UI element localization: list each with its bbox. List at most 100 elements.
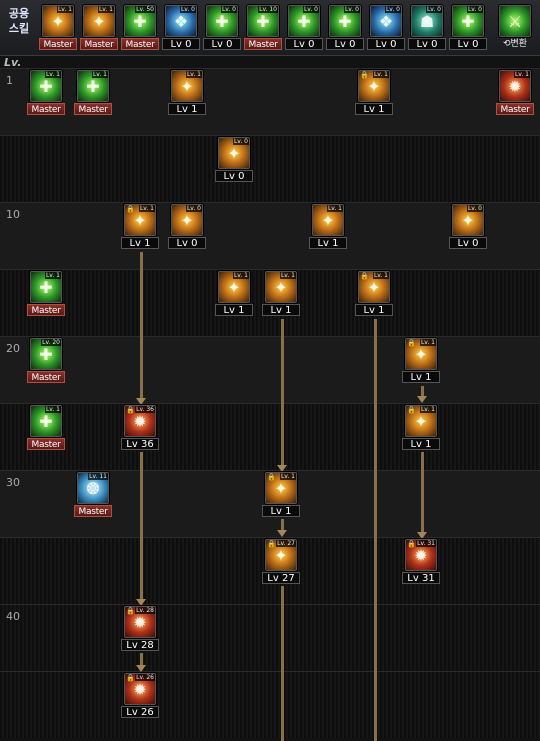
green-target-icon: ✚ Lv. 0 bbox=[206, 5, 238, 37]
skill-level-badge: Lv. 0 bbox=[466, 6, 483, 13]
arrow-down-icon bbox=[136, 665, 146, 672]
skill-slot[interactable]: ✚ Lv. 1 Master bbox=[27, 405, 65, 450]
skill-slot[interactable]: ✹ Lv. 1 Master bbox=[496, 70, 534, 115]
skill-level-badge: Lv. 28 bbox=[135, 607, 155, 614]
skill-level-label: Lv 28 bbox=[121, 639, 159, 651]
blue-spirit-icon: ❂ Lv. 11 bbox=[77, 472, 109, 504]
golden-storm-icon: ✦ Lv. 27 🔒 bbox=[265, 539, 297, 571]
skill-level-badge: Lv. 27 bbox=[276, 540, 296, 547]
skill-level-badge: Lv. 10 bbox=[258, 6, 278, 13]
prerequisite-line bbox=[281, 319, 284, 465]
skill-slot[interactable]: ✚ Lv. 50 Master bbox=[121, 5, 159, 50]
skill-slot[interactable]: ✹ Lv. 36 🔒 Lv 36 bbox=[121, 405, 159, 450]
skill-slot[interactable]: ✦ Lv. 1 🔒 Lv 1 bbox=[355, 70, 393, 115]
tier-row bbox=[0, 336, 540, 403]
skill-level-label: Master bbox=[27, 304, 65, 316]
skill-slot[interactable]: ✦ Lv. 1 Lv 1 bbox=[215, 271, 253, 316]
skill-level-label: Lv 0 bbox=[449, 237, 487, 249]
skill-level-badge: Lv. 31 bbox=[416, 540, 436, 547]
skill-slot[interactable]: ✦ Lv. 1 🔒 Lv 1 bbox=[262, 472, 300, 517]
arrow-down-icon bbox=[417, 396, 427, 403]
golden-star-icon: ✦ Lv. 1 🔒 bbox=[358, 271, 390, 303]
skill-level-badge: Lv. 1 bbox=[91, 71, 108, 78]
skill-slot[interactable]: ✚ Lv. 1 Master bbox=[27, 271, 65, 316]
skill-slot[interactable]: ✹ Lv. 28 🔒 Lv 28 bbox=[121, 606, 159, 651]
golden-twin-icon: ✦ Lv. 1 bbox=[312, 204, 344, 236]
lock-icon: 🔒 bbox=[126, 406, 135, 414]
skill-slot[interactable]: ☗ Lv. 0 Lv 0 bbox=[408, 5, 446, 50]
skill-slot[interactable]: ✦ Lv. 1 🔒 Lv 1 bbox=[121, 204, 159, 249]
skill-slot[interactable]: ✚ Lv. 1 Master bbox=[74, 70, 112, 115]
armor-figure-icon: ☗ Lv. 0 bbox=[411, 5, 443, 37]
skill-slot[interactable]: ✦ Lv. 0 Lv 0 bbox=[215, 137, 253, 182]
skill-level-badge: Lv. 1 bbox=[44, 406, 61, 413]
skill-level-label: Lv 1 bbox=[355, 304, 393, 316]
skill-level-label: Master bbox=[27, 371, 65, 383]
golden-rays-icon: ✦ Lv. 1 🔒 bbox=[265, 472, 297, 504]
skill-slot[interactable]: ✹ Lv. 31 🔒 Lv 31 bbox=[402, 539, 440, 584]
lock-icon: 🔒 bbox=[360, 272, 369, 280]
prerequisite-line bbox=[281, 586, 284, 741]
skill-slot[interactable]: ✚ Lv. 0 Lv 0 bbox=[326, 5, 364, 50]
skill-level-badge: Lv. 20 bbox=[41, 339, 61, 346]
flame-burst-icon: ✹ Lv. 1 bbox=[499, 70, 531, 102]
skill-slot[interactable]: ✦ Lv. 1 Master bbox=[39, 5, 77, 50]
skill-slot[interactable]: ✦ Lv. 1 🔒 Lv 1 bbox=[402, 405, 440, 450]
skill-slot[interactable]: ✦ Lv. 1 Lv 1 bbox=[309, 204, 347, 249]
skill-level-badge: Lv. 0 bbox=[384, 6, 401, 13]
skill-slot[interactable]: ✦ Lv. 1 Master bbox=[80, 5, 118, 50]
lock-icon: 🔒 bbox=[126, 607, 135, 615]
lock-icon: 🔒 bbox=[126, 205, 135, 213]
lock-icon: 🔒 bbox=[407, 540, 416, 548]
switch-skill-button[interactable]: ⚔ ⟲변환 bbox=[496, 5, 534, 50]
prerequisite-line bbox=[421, 452, 424, 532]
skill-slot[interactable]: ✚ Lv. 0 Lv 0 bbox=[449, 5, 487, 50]
skill-level-label: Master bbox=[121, 38, 159, 50]
skill-slot[interactable]: ✚ Lv. 20 Master bbox=[27, 338, 65, 383]
crimson-nova-icon: ✹ Lv. 31 🔒 bbox=[405, 539, 437, 571]
skill-slot[interactable]: ✚ Lv. 10 Master bbox=[244, 5, 282, 50]
skill-level-badge: Lv. 26 bbox=[135, 674, 155, 681]
green-dash-icon: ✚ Lv. 1 bbox=[30, 405, 62, 437]
skill-slot[interactable]: ✚ Lv. 0 Lv 0 bbox=[285, 5, 323, 50]
golden-wave-icon: ✦ Lv. 1 bbox=[218, 271, 250, 303]
arrow-down-icon bbox=[136, 599, 146, 606]
skill-level-label: Lv 1 bbox=[402, 371, 440, 383]
green-runner-icon: ✚ Lv. 0 bbox=[288, 5, 320, 37]
golden-pillar-icon: ✦ Lv. 1 🔒 bbox=[405, 405, 437, 437]
tier-row bbox=[0, 135, 540, 202]
skill-slot[interactable]: ✦ Lv. 1 🔒 Lv 1 bbox=[355, 271, 393, 316]
skill-level-badge: Lv. 1 bbox=[372, 272, 389, 279]
blue-eye-icon: ❖ Lv. 0 bbox=[370, 5, 402, 37]
skill-slot[interactable]: ❖ Lv. 0 Lv 0 bbox=[162, 5, 200, 50]
level-number: 40 bbox=[6, 610, 20, 623]
skill-level-badge: Lv. 1 bbox=[232, 272, 249, 279]
skill-slot[interactable]: ✦ Lv. 1 🔒 Lv 1 bbox=[402, 338, 440, 383]
skill-level-label: Lv 1 bbox=[402, 438, 440, 450]
skill-level-label: Master bbox=[496, 103, 534, 115]
skill-level-badge: Lv. 0 bbox=[179, 6, 196, 13]
lock-icon: 🔒 bbox=[126, 674, 135, 682]
skill-slot[interactable]: ✦ Lv. 1 Lv 1 bbox=[168, 70, 206, 115]
skill-slot[interactable]: ✦ Lv. 0 Lv 0 bbox=[168, 204, 206, 249]
skill-level-label: Lv 0 bbox=[215, 170, 253, 182]
arrow-down-icon bbox=[417, 532, 427, 539]
lock-icon: 🔒 bbox=[407, 406, 416, 414]
skill-slot[interactable]: ✦ Lv. 0 Lv 0 bbox=[449, 204, 487, 249]
skill-slot[interactable]: ❂ Lv. 11 Master bbox=[74, 472, 112, 517]
skill-level-badge: Lv. 1 bbox=[279, 272, 296, 279]
skill-slot[interactable]: ✹ Lv. 26 🔒 Lv 26 bbox=[121, 673, 159, 718]
skill-slot[interactable]: ✚ Lv. 0 Lv 0 bbox=[203, 5, 241, 50]
skill-slot[interactable]: ❖ Lv. 0 Lv 0 bbox=[367, 5, 405, 50]
skill-slot[interactable]: ✦ Lv. 27 🔒 Lv 27 bbox=[262, 539, 300, 584]
lock-icon: 🔒 bbox=[267, 473, 276, 481]
skill-slot[interactable]: ✦ Lv. 1 Lv 1 bbox=[262, 271, 300, 316]
skill-level-label: Lv 0 bbox=[408, 38, 446, 50]
lock-icon: 🔒 bbox=[267, 540, 276, 548]
prerequisite-line bbox=[374, 319, 377, 741]
golden-slash-icon: ✦ Lv. 1 bbox=[171, 70, 203, 102]
skill-level-badge: Lv. 1 bbox=[419, 339, 436, 346]
skill-level-label: Lv 36 bbox=[121, 438, 159, 450]
skill-slot[interactable]: ✚ Lv. 1 Master bbox=[27, 70, 65, 115]
golden-flower-icon: ✦ Lv. 0 bbox=[452, 204, 484, 236]
